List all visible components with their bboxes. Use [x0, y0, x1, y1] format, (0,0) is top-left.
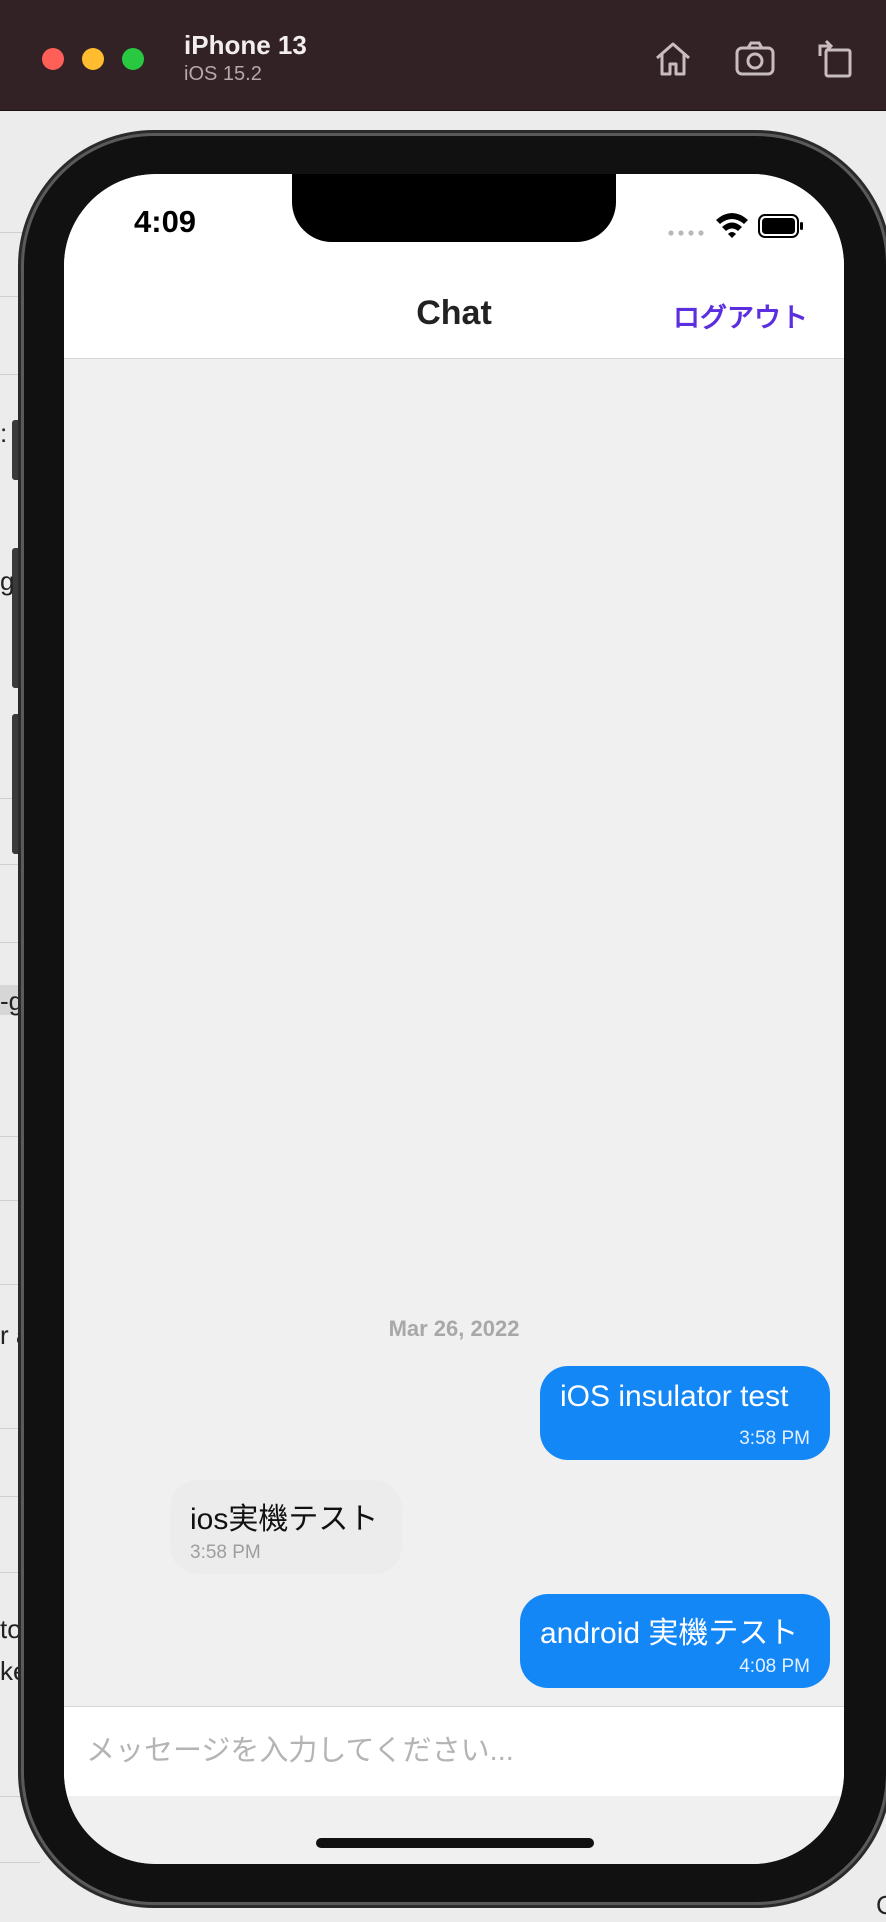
date-separator: Mar 26, 2022 [388, 1316, 520, 1341]
message-text: iOS insulator test [560, 1380, 789, 1413]
minimize-window-button[interactable] [82, 48, 104, 70]
background-control [12, 420, 22, 480]
home-icon[interactable] [650, 36, 696, 82]
message-text: ios実機テスト [190, 1503, 379, 1536]
background-text: C [876, 1890, 886, 1920]
cellular-signal-icon [668, 230, 704, 236]
phone-screen: 4:09 Chat ログアウト Mar 26, 2022 iOS insulat… [64, 174, 844, 1864]
zoom-window-button[interactable] [122, 48, 144, 70]
notch [292, 174, 616, 242]
message-timestamp: 3:58 PM [739, 1428, 810, 1449]
screenshot-icon[interactable] [732, 36, 778, 82]
battery-icon [758, 214, 803, 238]
status-bar: 4:09 [64, 174, 844, 282]
background-divider [0, 1862, 40, 1863]
background-text: g [0, 566, 15, 596]
background-text: -g [0, 986, 24, 1016]
rotate-icon[interactable] [812, 36, 858, 82]
message-composer [64, 1706, 844, 1797]
background-text: : [0, 418, 8, 448]
logout-button[interactable]: ログアウト [673, 296, 808, 335]
status-time: 4:09 [134, 204, 197, 239]
message-timestamp: 3:58 PM [190, 1542, 261, 1563]
message-input[interactable] [84, 1725, 818, 1777]
message-timestamp: 4:08 PM [739, 1656, 810, 1677]
os-version: iOS 15.2 [184, 63, 262, 85]
home-indicator[interactable] [316, 1838, 594, 1848]
home-indicator-area [64, 1796, 844, 1864]
background-text: to [0, 1614, 22, 1644]
background-control [12, 714, 22, 854]
message-bubble-incoming[interactable]: ios実機テスト 3:58 PM [170, 1480, 402, 1574]
message-bubble-outgoing[interactable]: android 実機テスト 4:08 PM [520, 1594, 830, 1688]
simulator-titlebar: iPhone 13 iOS 15.2 [0, 0, 886, 111]
device-name: iPhone 13 [184, 30, 307, 60]
close-window-button[interactable] [42, 48, 64, 70]
navigation-bar: Chat ログアウト [64, 282, 844, 359]
message-text: android 実機テスト [540, 1617, 799, 1650]
wifi-icon [716, 213, 748, 238]
message-bubble-outgoing[interactable]: iOS insulator test 3:58 PM [540, 1366, 830, 1460]
